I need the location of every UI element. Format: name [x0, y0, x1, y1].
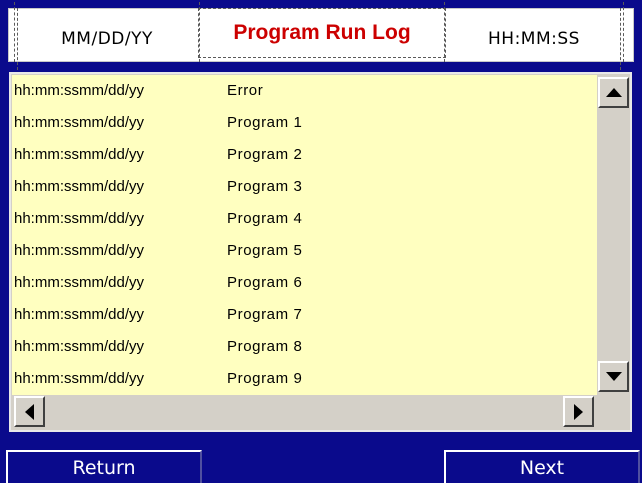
scroll-down-button[interactable] — [598, 361, 629, 392]
row-program-name: Program 7 — [227, 306, 303, 323]
list-item[interactable]: hh:mm:ssmm/dd/yy Program 1 — [12, 107, 597, 139]
scrollbar-corner — [597, 395, 630, 428]
return-button[interactable]: Return — [6, 450, 202, 483]
horizontal-scrollbar[interactable] — [12, 395, 597, 428]
list-item[interactable]: hh:mm:ssmm/dd/yy Program 2 — [12, 139, 597, 171]
row-program-name: Program 2 — [227, 146, 303, 163]
row-program-name: Program 3 — [227, 178, 303, 195]
next-button[interactable]: Next — [444, 450, 640, 483]
scroll-left-button[interactable] — [14, 396, 45, 427]
row-timestamp: hh:mm:ssmm/dd/yy — [14, 338, 145, 355]
date-display: MM/DD/YY — [14, 2, 200, 62]
row-timestamp: hh:mm:ssmm/dd/yy — [14, 274, 145, 291]
title-box: Program Run Log — [198, 8, 446, 58]
log-list[interactable]: hh:mm:ssmm/dd/yy Error hh:mm:ssmm/dd/yy … — [12, 75, 597, 395]
row-program-name: Program 4 — [227, 210, 303, 227]
row-timestamp: hh:mm:ssmm/dd/yy — [14, 82, 145, 99]
row-timestamp: hh:mm:ssmm/dd/yy — [14, 114, 145, 131]
page-title: Program Run Log — [233, 21, 411, 44]
list-item[interactable]: hh:mm:ssmm/dd/yy Program 4 — [12, 203, 597, 235]
time-display: HH:MM:SS — [444, 2, 624, 62]
list-item[interactable]: hh:mm:ssmm/dd/yy Program 6 — [12, 267, 597, 299]
list-item[interactable]: hh:mm:ssmm/dd/yy Program 7 — [12, 299, 597, 331]
scroll-right-button[interactable] — [563, 396, 594, 427]
scroll-up-button[interactable] — [598, 77, 629, 108]
list-item[interactable]: hh:mm:ssmm/dd/yy Error — [12, 75, 597, 107]
return-button-label: Return — [72, 456, 136, 479]
list-item[interactable]: hh:mm:ssmm/dd/yy Program 3 — [12, 171, 597, 203]
arrow-up-icon — [605, 88, 622, 97]
next-button-label: Next — [519, 456, 565, 479]
time-label: HH:MM:SS — [488, 29, 580, 49]
list-item[interactable]: hh:mm:ssmm/dd/yy Program 5 — [12, 235, 597, 267]
row-program-name: Program 1 — [227, 114, 303, 131]
row-timestamp: hh:mm:ssmm/dd/yy — [14, 370, 145, 387]
list-item[interactable]: hh:mm:ssmm/dd/yy Program 8 — [12, 331, 597, 363]
row-timestamp: hh:mm:ssmm/dd/yy — [14, 146, 145, 163]
date-label: MM/DD/YY — [61, 29, 153, 49]
row-timestamp: hh:mm:ssmm/dd/yy — [14, 306, 145, 323]
row-program-name: Error — [227, 82, 264, 99]
arrow-right-icon — [574, 403, 583, 420]
row-timestamp: hh:mm:ssmm/dd/yy — [14, 210, 145, 227]
row-program-name: Program 6 — [227, 274, 303, 291]
list-item[interactable]: hh:mm:ssmm/dd/yy Program 9 — [12, 363, 597, 395]
vertical-scrollbar[interactable] — [597, 75, 630, 395]
arrow-down-icon — [605, 372, 622, 381]
row-timestamp: hh:mm:ssmm/dd/yy — [14, 242, 145, 259]
row-timestamp: hh:mm:ssmm/dd/yy — [14, 178, 145, 195]
arrow-left-icon — [25, 403, 34, 420]
row-program-name: Program 5 — [227, 242, 303, 259]
row-program-name: Program 9 — [227, 370, 303, 387]
row-program-name: Program 8 — [227, 338, 303, 355]
